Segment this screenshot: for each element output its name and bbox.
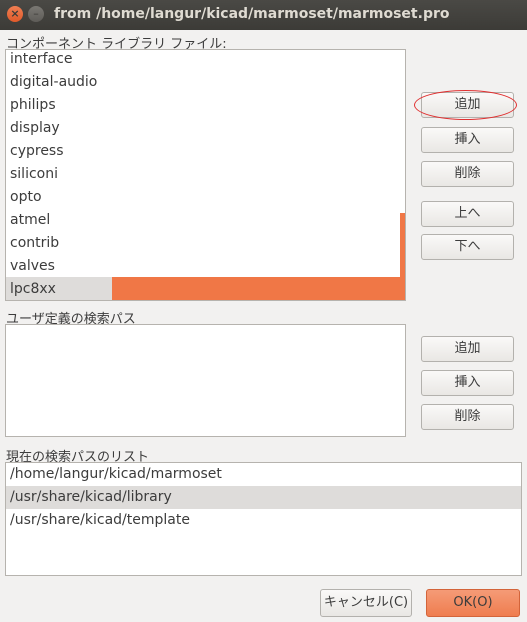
list-item[interactable]: digital-audio xyxy=(6,71,405,94)
window-title: from /home/langur/kicad/marmoset/marmose… xyxy=(54,6,450,22)
list-item-selected[interactable]: lpc8xx xyxy=(6,277,112,300)
move-up-button[interactable]: 上へ xyxy=(421,201,514,227)
component-library-list[interactable]: interface digital-audio philips display … xyxy=(5,49,406,301)
insert-library-button[interactable]: 挿入 xyxy=(421,127,514,153)
list-item-selected[interactable]: /usr/share/kicad/library xyxy=(6,486,521,509)
list-item[interactable]: cypress xyxy=(6,140,405,163)
user-path-list[interactable] xyxy=(5,324,406,437)
move-down-button[interactable]: 下へ xyxy=(421,234,514,260)
list-item[interactable]: /usr/share/kicad/template xyxy=(6,509,521,532)
delete-path-button[interactable]: 削除 xyxy=(421,404,514,430)
list-item[interactable]: atmel xyxy=(6,209,405,232)
list-item[interactable]: contrib xyxy=(6,232,405,255)
list-item[interactable]: interface xyxy=(6,50,405,71)
add-library-button[interactable]: 追加 xyxy=(421,92,514,118)
title-bar: × – from /home/langur/kicad/marmoset/mar… xyxy=(0,0,527,30)
selection-highlight xyxy=(112,277,405,300)
ok-button[interactable]: OK(O) xyxy=(426,589,520,617)
list-item[interactable]: valves xyxy=(6,255,405,278)
minimize-icon[interactable]: – xyxy=(28,6,44,22)
list-item[interactable]: /home/langur/kicad/marmoset xyxy=(6,463,521,486)
delete-library-button[interactable]: 削除 xyxy=(421,161,514,187)
list-item[interactable]: opto xyxy=(6,186,405,209)
list-item[interactable]: display xyxy=(6,117,405,140)
add-path-button[interactable]: 追加 xyxy=(421,336,514,362)
list-item[interactable]: siliconi xyxy=(6,163,405,186)
close-icon[interactable]: × xyxy=(7,6,23,22)
current-path-list[interactable]: /home/langur/kicad/marmoset /usr/share/k… xyxy=(5,462,522,576)
cancel-button[interactable]: キャンセル(C) xyxy=(320,589,412,617)
list-item[interactable]: philips xyxy=(6,94,405,117)
insert-path-button[interactable]: 挿入 xyxy=(421,370,514,396)
scrollbar-thumb[interactable] xyxy=(400,213,405,277)
